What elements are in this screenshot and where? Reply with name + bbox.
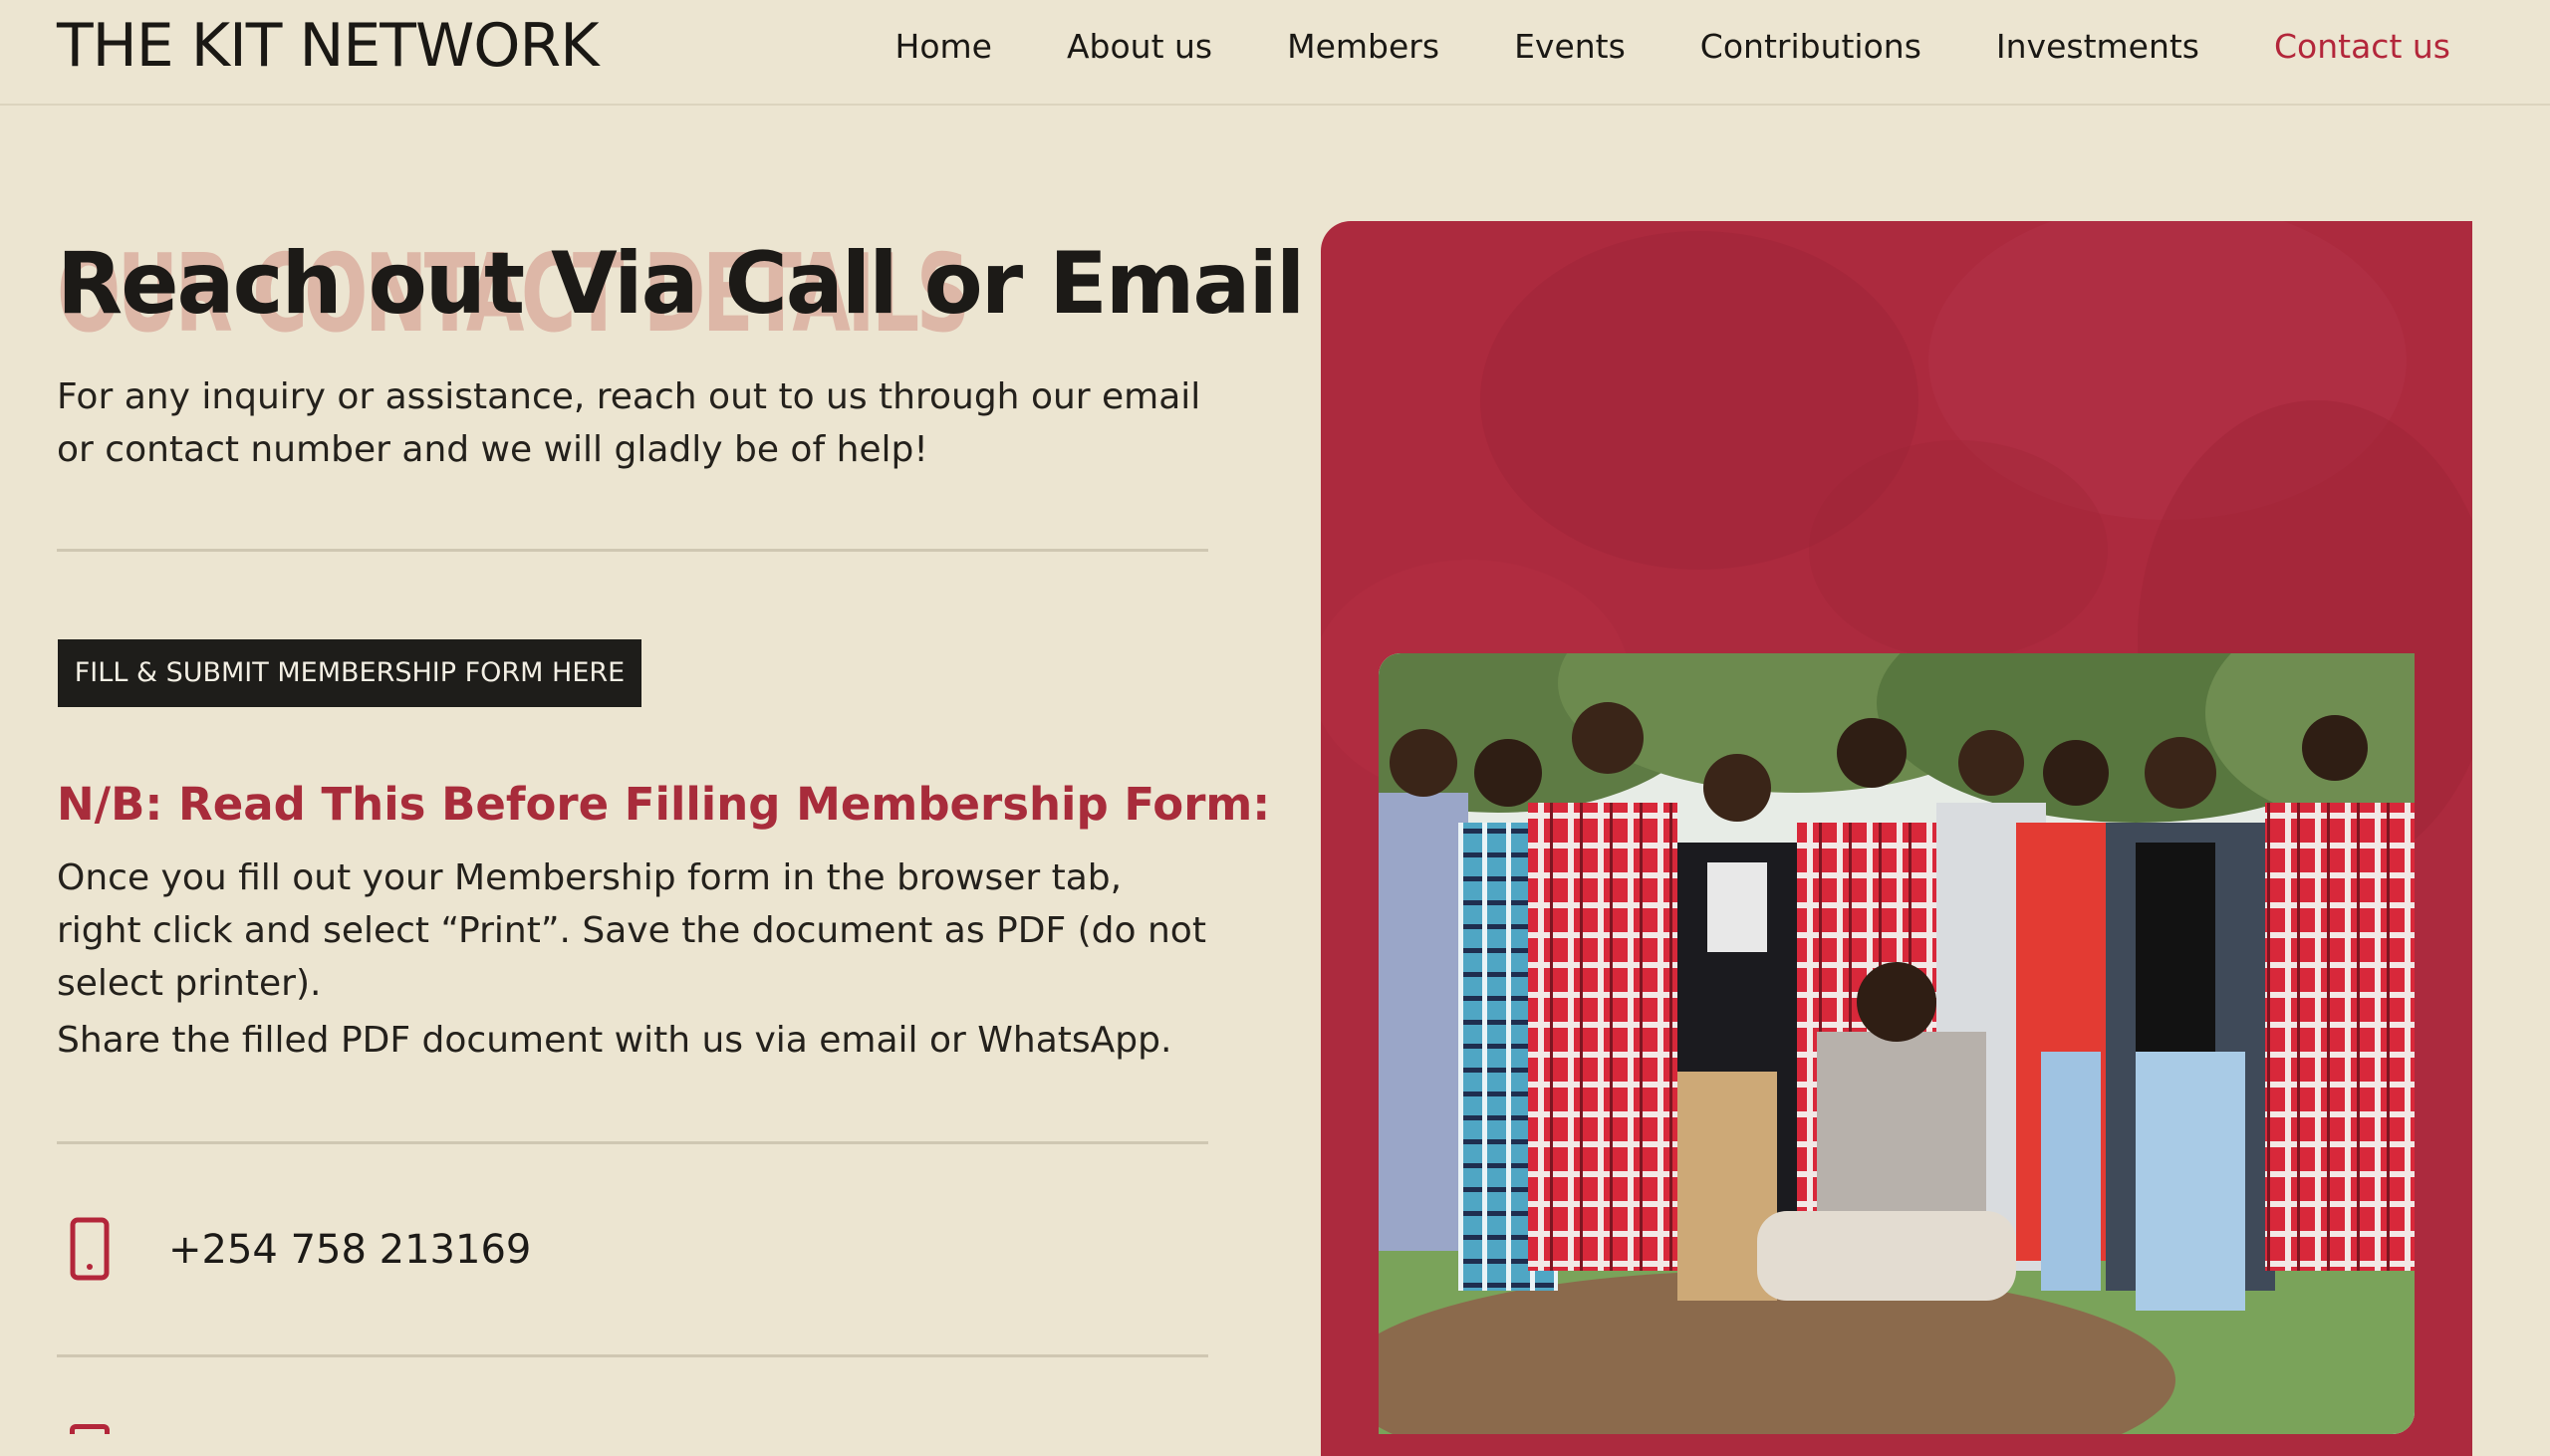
site-logo[interactable]: THE KIT NETWORK <box>57 14 600 78</box>
nb-share-text: Share the filled PDF document with us vi… <box>57 1020 1172 1061</box>
membership-form-button[interactable]: FILL & SUBMIT MEMBERSHIP FORM HERE <box>58 639 641 707</box>
nav-members[interactable]: Members <box>1287 22 1439 72</box>
email-icon <box>70 1424 110 1434</box>
phone-row: +254 758 213169 <box>57 1210 1208 1290</box>
nb-instructions: Once you fill out your Membership form i… <box>57 857 1206 1004</box>
nav-home[interactable]: Home <box>895 22 992 72</box>
mobile-phone-icon <box>70 1217 110 1281</box>
page-title: Reach out Via Call or Email <box>57 234 1305 334</box>
nb-heading: N/B: Read This Before Filling Membership… <box>57 778 1271 831</box>
title-block: OUR CONTACT DETAILS Reach out Via Call o… <box>57 219 1305 359</box>
divider <box>57 1141 1208 1144</box>
nav-events[interactable]: Events <box>1514 22 1626 72</box>
nav-contact-us[interactable]: Contact us <box>2274 22 2450 72</box>
phone-number[interactable]: +254 758 213169 <box>168 1220 531 1280</box>
group-photo <box>1379 653 2415 1434</box>
site-header: THE KIT NETWORK Home About us Members Ev… <box>0 0 2550 106</box>
nav-about-us[interactable]: About us <box>1067 22 1212 72</box>
nav-investments[interactable]: Investments <box>1996 22 2199 72</box>
divider <box>57 549 1208 552</box>
divider <box>57 1354 1208 1357</box>
nav-contributions[interactable]: Contributions <box>1700 22 1921 72</box>
photo-card <box>1321 221 2472 1456</box>
group-photo-image <box>1379 653 2415 1434</box>
intro-text: For any inquiry or assistance, reach out… <box>57 376 1201 470</box>
main-nav: Home About us Members Events Contributio… <box>821 22 2451 72</box>
